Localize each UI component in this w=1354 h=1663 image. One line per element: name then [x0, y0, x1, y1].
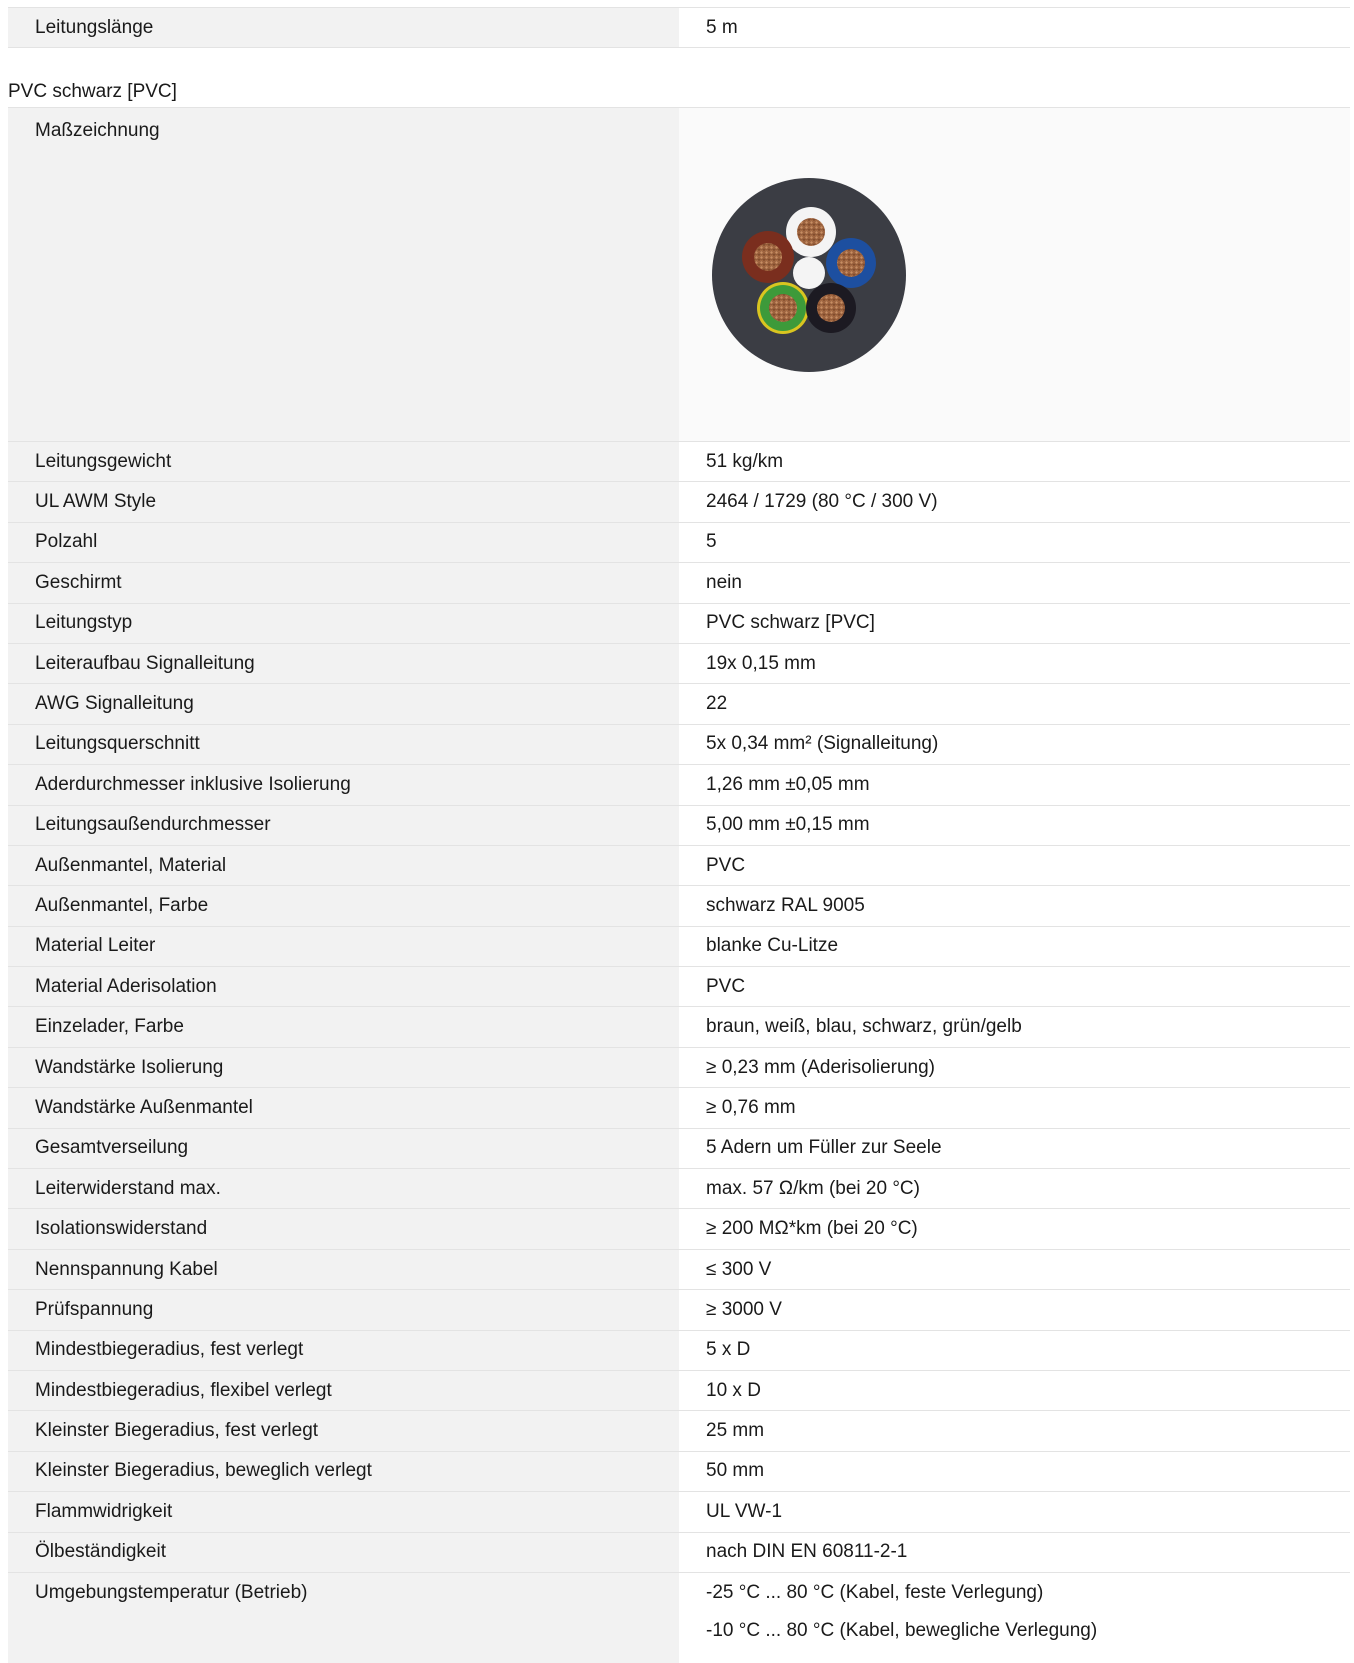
- row-label: Wandstärke Außenmantel: [8, 1088, 679, 1128]
- table-row: Außenmantel, Material PVC: [8, 845, 1350, 887]
- row-label: Mindestbiegeradius, fest verlegt: [8, 1330, 679, 1370]
- section-title: PVC schwarz [PVC]: [8, 81, 177, 102]
- table-row: Mindestbiegeradius, fest verlegt 5 x D: [8, 1330, 1350, 1371]
- row-label: Außenmantel, Material: [8, 845, 679, 886]
- row-value: 22: [706, 693, 728, 715]
- row-label: Gesamtverseilung: [8, 1128, 679, 1169]
- table-row: Leitungsquerschnitt 5x 0,34 mm² (Signalle…: [8, 724, 1350, 766]
- table-row: Flammwidrigkeit UL VW-1: [8, 1492, 1350, 1533]
- table-row: Wandstärke Außenmantel ≥ 0,76 mm: [8, 1088, 1350, 1129]
- row-label: Kleinster Biegeradius, beweglich verlegt: [8, 1451, 679, 1492]
- row-label: Ölbeständigkeit: [8, 1532, 679, 1572]
- row-value: 50 mm: [706, 1460, 765, 1482]
- row-value: 25 mm: [706, 1420, 765, 1442]
- row-label: Material Aderisolation: [8, 967, 679, 1007]
- table-row: Kleinster Biegeradius, fest verlegt 25 mm: [8, 1411, 1350, 1452]
- row-value-line: -10 °C ... 80 °C (Kabel, bewegliche Verl…: [706, 1619, 1098, 1641]
- row-label: Wandstärke Isolierung: [8, 1047, 679, 1088]
- row-value: 19x 0,15 mm: [706, 652, 816, 674]
- row-value: -25 °C ... 80 °C (Kabel, feste Verlegung…: [679, 1573, 1350, 1663]
- table-row: AWG Signalleitung 22: [8, 684, 1350, 725]
- table-row: Geschirmt nein: [8, 563, 1350, 604]
- row-label: Aderdurchmesser inklusive Isolierung: [8, 765, 679, 805]
- table-row: Mindestbiegeradius, flexibel verlegt 10 x…: [8, 1370, 1350, 1412]
- row-label: Leiteraufbau Signalleitung: [8, 643, 679, 684]
- row-value: ≤ 300 V: [706, 1258, 772, 1280]
- row-value: 2464 / 1729 (80 °C / 300 V): [706, 491, 938, 513]
- table-row: Aderdurchmesser inklusive Isolierung 1,26…: [8, 765, 1350, 806]
- table-row: Leitungsgewicht 51 kg/km: [8, 442, 1350, 483]
- row-label: Leitungslänge: [8, 8, 679, 47]
- row-label: Polzahl: [8, 522, 679, 563]
- row-value: 5x 0,34 mm² (Signalleitung): [706, 733, 939, 755]
- row-label: Umgebungstemperatur (Betrieb): [8, 1572, 679, 1663]
- row-value: braun, weiß, blau, schwarz, grün/gelb: [706, 1016, 1022, 1038]
- table-row: Umgebungstemperatur (Betrieb) -25 °C ...…: [8, 1572, 1350, 1663]
- table-row: Leiterwiderstand max. max. 57 Ω/km (bei 2…: [8, 1169, 1350, 1210]
- table-row: Material Aderisolation PVC: [8, 967, 1350, 1008]
- table-row: Einzelader, Farbe braun, weiß, blau, schw…: [8, 1007, 1350, 1048]
- table-row: Nennspannung Kabel ≤ 300 V: [8, 1249, 1350, 1291]
- row-label: Kleinster Biegeradius, fest verlegt: [8, 1411, 679, 1451]
- spec-table: Maßzeichnung Leitungsgewicht 51 kg/km UL…: [8, 108, 1350, 1663]
- row-label: Material Leiter: [8, 926, 679, 967]
- row-label: Mindestbiegeradius, flexibel verlegt: [8, 1370, 679, 1411]
- table-row: Wandstärke Isolierung ≥ 0,23 mm (Aderisol…: [8, 1047, 1350, 1089]
- row-label: Isolationswiderstand: [8, 1209, 679, 1249]
- row-value: ≥ 0,76 mm: [706, 1096, 796, 1118]
- row-value: 10 x D: [706, 1379, 761, 1401]
- table-row: Leitungslänge 5 m: [8, 8, 1350, 48]
- row-value: nach DIN EN 60811-2-1: [706, 1541, 908, 1563]
- row-value: 5,00 mm ±0,15 mm: [706, 814, 870, 836]
- row-label: Geschirmt: [8, 563, 679, 603]
- row-value: 5 x D: [706, 1339, 751, 1361]
- row-label: Flammwidrigkeit: [8, 1492, 679, 1532]
- row-label: UL AWM Style: [8, 482, 679, 522]
- row-label: Leitungsgewicht: [8, 442, 679, 482]
- row-value: ≥ 0,23 mm (Aderisolierung): [706, 1056, 936, 1078]
- drawing-label: Maßzeichnung: [8, 108, 679, 441]
- table-row: UL AWM Style 2464 / 1729 (80 °C / 300 V): [8, 482, 1350, 523]
- table-row: Leitungsaußendurchmesser 5,00 mm ±0,15 mm: [8, 805, 1350, 846]
- row-value: blanke Cu-Litze: [706, 935, 839, 957]
- spec-table-top: Leitungslänge 5 m: [8, 8, 1350, 48]
- table-row: Außenmantel, Farbe schwarz RAL 9005: [8, 886, 1350, 927]
- row-value: PVC: [706, 854, 746, 876]
- table-row: Isolationswiderstand ≥ 200 MΩ*km (bei 20 …: [8, 1209, 1350, 1250]
- drawing-row: Maßzeichnung: [8, 108, 1350, 442]
- row-value: PVC: [706, 975, 746, 997]
- row-label: Leiterwiderstand max.: [8, 1169, 679, 1209]
- row-value: 5 Adern um Füller zur Seele: [706, 1137, 942, 1159]
- row-value: 1,26 mm ±0,05 mm: [706, 773, 870, 795]
- cable-cross-section-icon: [712, 177, 906, 372]
- row-value: ≥ 200 MΩ*km (bei 20 °C): [706, 1218, 918, 1240]
- row-value: 5: [706, 531, 717, 553]
- row-label: AWG Signalleitung: [8, 684, 679, 724]
- row-value: max. 57 Ω/km (bei 20 °C): [706, 1177, 920, 1199]
- row-label: Leitungsquerschnitt: [8, 724, 679, 765]
- row-value: nein: [706, 571, 742, 593]
- row-label: Leitungsaußendurchmesser: [8, 805, 679, 845]
- row-value: UL VW-1: [706, 1500, 783, 1522]
- table-row: Ölbeständigkeit nach DIN EN 60811-2-1: [8, 1532, 1350, 1573]
- row-label: Leitungstyp: [8, 603, 679, 643]
- row-label: Nennspannung Kabel: [8, 1249, 679, 1290]
- table-row: Polzahl 5: [8, 522, 1350, 564]
- table-row: Leitungstyp PVC schwarz [PVC]: [8, 603, 1350, 644]
- row-label: Außenmantel, Farbe: [8, 886, 679, 926]
- row-value: 51 kg/km: [706, 450, 784, 472]
- table-row: Kleinster Biegeradius, beweglich verlegt…: [8, 1451, 1350, 1493]
- row-value-line: -25 °C ... 80 °C (Kabel, feste Verlegung…: [706, 1581, 1044, 1603]
- table-row: Material Leiter blanke Cu-Litze: [8, 926, 1350, 968]
- table-row: Prüfspannung ≥ 3000 V: [8, 1290, 1350, 1331]
- table-row: Gesamtverseilung 5 Adern um Füller zur Se…: [8, 1128, 1350, 1170]
- drawing-cell: [679, 108, 1350, 441]
- row-label: Prüfspannung: [8, 1290, 679, 1330]
- row-value: PVC schwarz [PVC]: [706, 612, 875, 634]
- row-label: Einzelader, Farbe: [8, 1007, 679, 1047]
- row-value: 5 m: [706, 16, 738, 38]
- table-row: Leiteraufbau Signalleitung 19x 0,15 mm: [8, 643, 1350, 685]
- row-value: schwarz RAL 9005: [706, 894, 865, 916]
- row-value: ≥ 3000 V: [706, 1298, 782, 1320]
